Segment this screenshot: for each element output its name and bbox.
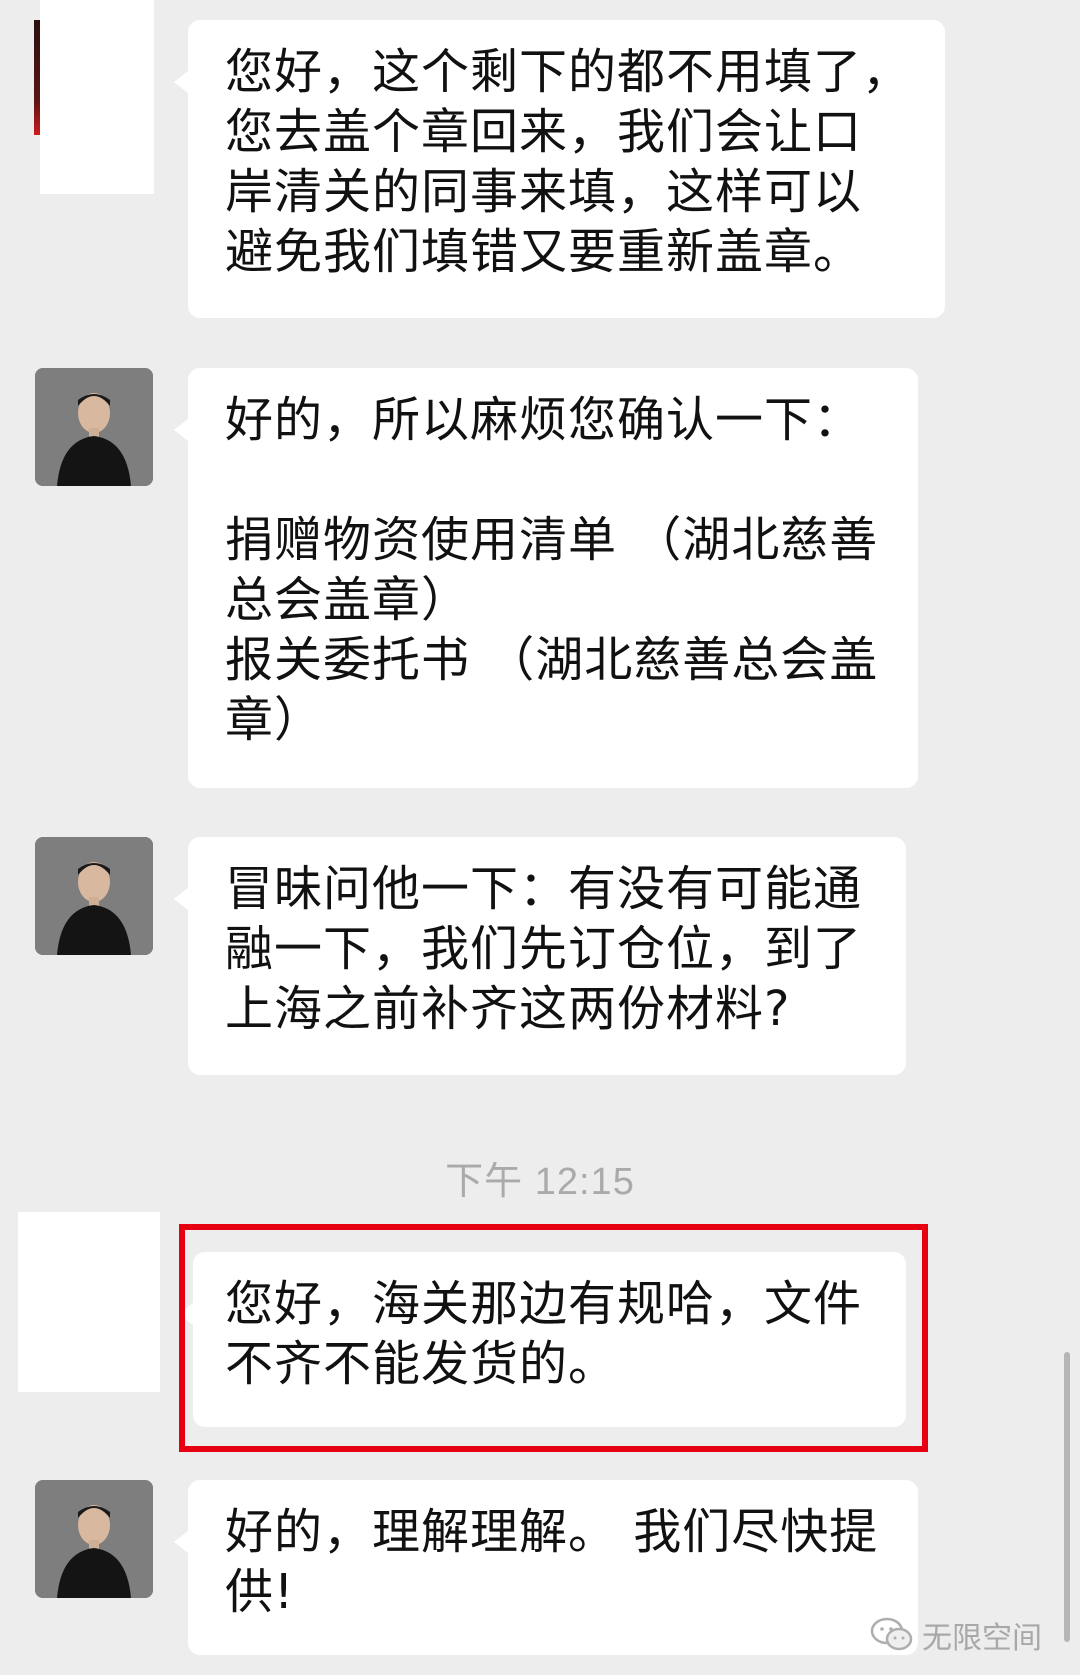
avatar-self-3[interactable] xyxy=(35,837,153,955)
message-text-2: 好的，所以麻烦您确认一下： 捐赠物资使用清单 （湖北慈善 总会盖章） 报关委托书… xyxy=(225,392,879,748)
message-bubble-3[interactable]: 冒昧问他一下：有没有可能通 融一下，我们先订仓位，到了 上海之前补齐这两份材料? xyxy=(174,837,906,1075)
message-bubble-5[interactable]: 好的，理解理解。 我们尽快提 供! xyxy=(174,1480,918,1655)
person-avatar-icon xyxy=(35,837,153,955)
chat-screen: 您好，这个剩下的都不用填了， 您去盖个章回来，我们会让口 岸清关的同事来填，这样… xyxy=(0,0,1080,1675)
person-avatar-icon xyxy=(35,368,153,486)
message-bubble-4[interactable]: 您好，海关那边有规哈，文件 不齐不能发货的。 xyxy=(179,1252,906,1427)
avatar-self-5[interactable] xyxy=(35,1480,153,1598)
message-text-4: 您好，海关那边有规哈，文件 不齐不能发货的。 xyxy=(225,1276,863,1392)
message-text-5: 好的，理解理解。 我们尽快提 供! xyxy=(225,1504,879,1620)
wechat-icon xyxy=(870,1617,913,1651)
message-bubble-2[interactable]: 好的，所以麻烦您确认一下： 捐赠物资使用清单 （湖北慈善 总会盖章） 报关委托书… xyxy=(174,368,918,788)
message-text-1: 您好，这个剩下的都不用填了， 您去盖个章回来，我们会让口 岸清关的同事来填，这样… xyxy=(225,44,912,280)
message-timestamp: 下午 12:15 xyxy=(445,1161,635,1203)
avatar-self-2[interactable] xyxy=(35,368,153,486)
avatar-other-1[interactable] xyxy=(40,0,154,194)
avatar-other-4[interactable] xyxy=(18,1212,160,1392)
avatar-edge-decoration xyxy=(34,20,40,135)
message-bubble-1[interactable]: 您好，这个剩下的都不用填了， 您去盖个章回来，我们会让口 岸清关的同事来填，这样… xyxy=(174,20,945,318)
message-text-3: 冒昧问他一下：有没有可能通 融一下，我们先订仓位，到了 上海之前补齐这两份材料? xyxy=(225,861,863,1037)
watermark-text: 无限空间 xyxy=(922,1621,1042,1656)
person-avatar-icon xyxy=(35,1480,153,1598)
watermark: 无限空间 xyxy=(870,1613,1042,1657)
scrollbar[interactable] xyxy=(1064,1352,1070,1642)
